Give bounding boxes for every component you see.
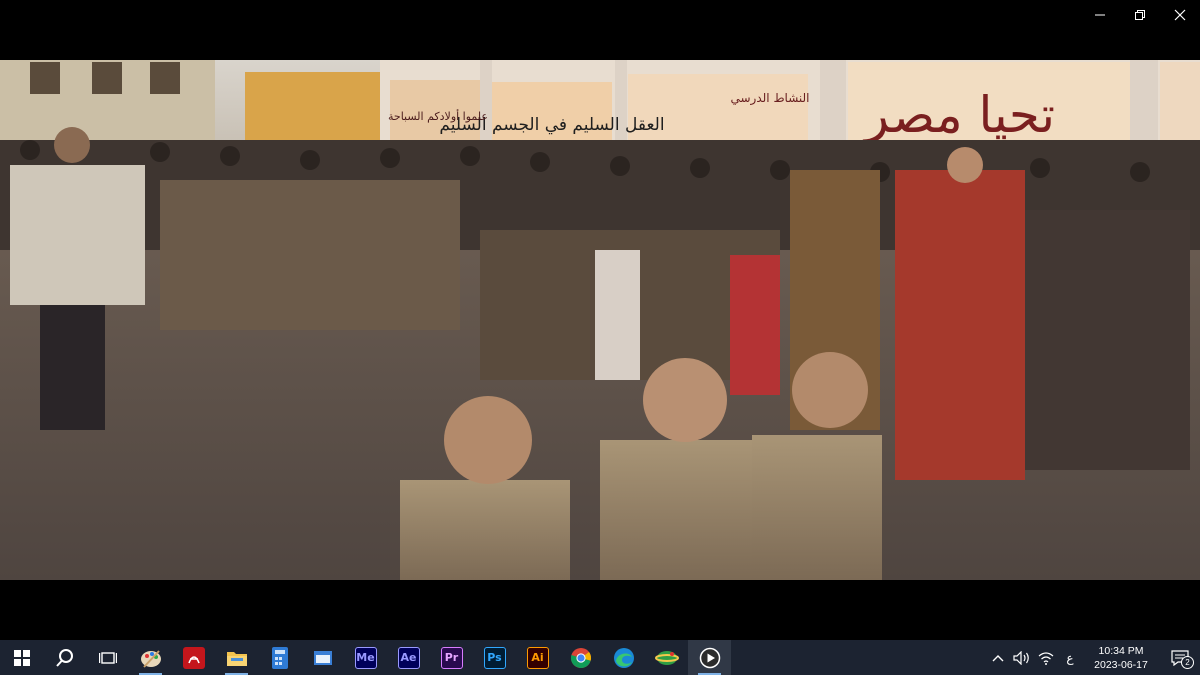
close-icon	[1174, 9, 1186, 21]
minimize-button[interactable]	[1080, 0, 1120, 30]
restore-icon	[1135, 10, 1145, 20]
window-controls	[1080, 0, 1200, 30]
taskbar-app-after-effects[interactable]: Ae	[387, 640, 430, 675]
taskbar-app-file-explorer[interactable]	[215, 640, 258, 675]
taskbar-app-window[interactable]	[301, 640, 344, 675]
wall-banner-3: النشاط الدرسي	[730, 91, 809, 106]
notification-count-badge: 2	[1181, 656, 1194, 669]
taskbar-app-illustrator[interactable]: Ai	[516, 640, 559, 675]
taskbar-app-media-encoder[interactable]: Me	[344, 640, 387, 675]
folder-icon	[226, 651, 247, 666]
system-tray: ع 10:34 PM 2023-06-17 2	[986, 640, 1200, 675]
volume-button[interactable]	[1010, 640, 1034, 675]
taskbar-app-photoshop[interactable]: Ps	[473, 640, 516, 675]
media-player-icon	[699, 647, 720, 668]
show-hidden-icons-button[interactable]	[986, 640, 1010, 675]
volume-icon	[1013, 650, 1029, 665]
window-icon	[313, 650, 332, 665]
clock-date: 2023-06-17	[1094, 658, 1148, 671]
network-button[interactable]	[1034, 640, 1058, 675]
taskbar-app-acrobat[interactable]	[172, 640, 215, 675]
media-encoder-icon: Me	[354, 646, 377, 669]
taskbar-app-calculator[interactable]	[258, 640, 301, 675]
photoshop-icon: Ps	[483, 646, 506, 669]
chrome-icon	[570, 647, 591, 668]
calculator-icon	[271, 646, 288, 669]
taskbar-app-premiere[interactable]: Pr	[430, 640, 473, 675]
clock[interactable]: 10:34 PM 2023-06-17	[1082, 640, 1160, 675]
premiere-icon: Pr	[440, 646, 463, 669]
restore-button[interactable]	[1120, 0, 1160, 30]
minimize-icon	[1095, 14, 1105, 16]
task-view-icon	[98, 651, 117, 664]
start-button[interactable]	[0, 640, 43, 675]
taskbar-app-paint[interactable]	[129, 640, 172, 675]
taskbar: Me Ae Pr Ps Ai ع 10:34 PM 2023-06-17 2	[0, 640, 1200, 675]
video-frame[interactable]: تحيا مصر العقل السليم في الجسم السليم ال…	[0, 60, 1200, 580]
illustrator-icon: Ai	[526, 646, 549, 669]
acrobat-icon	[182, 646, 205, 669]
taskbar-app-green[interactable]	[645, 640, 688, 675]
video-scene: تحيا مصر العقل السليم في الجسم السليم ال…	[0, 60, 1200, 580]
search-button[interactable]	[43, 640, 86, 675]
green-globe-icon	[654, 650, 679, 665]
media-player-window: تحيا مصر العقل السليم في الجسم السليم ال…	[0, 0, 1200, 640]
taskbar-app-chrome[interactable]	[559, 640, 602, 675]
taskbar-app-edge[interactable]	[602, 640, 645, 675]
wall-banner-4: علموا أولادكم السباحة	[388, 109, 488, 123]
close-button[interactable]	[1160, 0, 1200, 30]
edge-icon	[613, 647, 634, 668]
wifi-icon	[1038, 651, 1054, 665]
wall-banner-1: تحيا مصر	[862, 86, 1055, 144]
chevron-up-icon	[992, 654, 1004, 661]
taskbar-app-media-player[interactable]	[688, 640, 731, 675]
windows-logo-icon	[13, 649, 30, 666]
search-icon	[55, 648, 73, 667]
task-view-button[interactable]	[86, 640, 129, 675]
paint-palette-icon	[140, 649, 161, 668]
notification-center-button[interactable]: 2	[1160, 640, 1200, 675]
after-effects-icon: Ae	[397, 646, 420, 669]
input-language-indicator[interactable]: ع	[1058, 640, 1082, 675]
clock-time: 10:34 PM	[1098, 644, 1144, 657]
